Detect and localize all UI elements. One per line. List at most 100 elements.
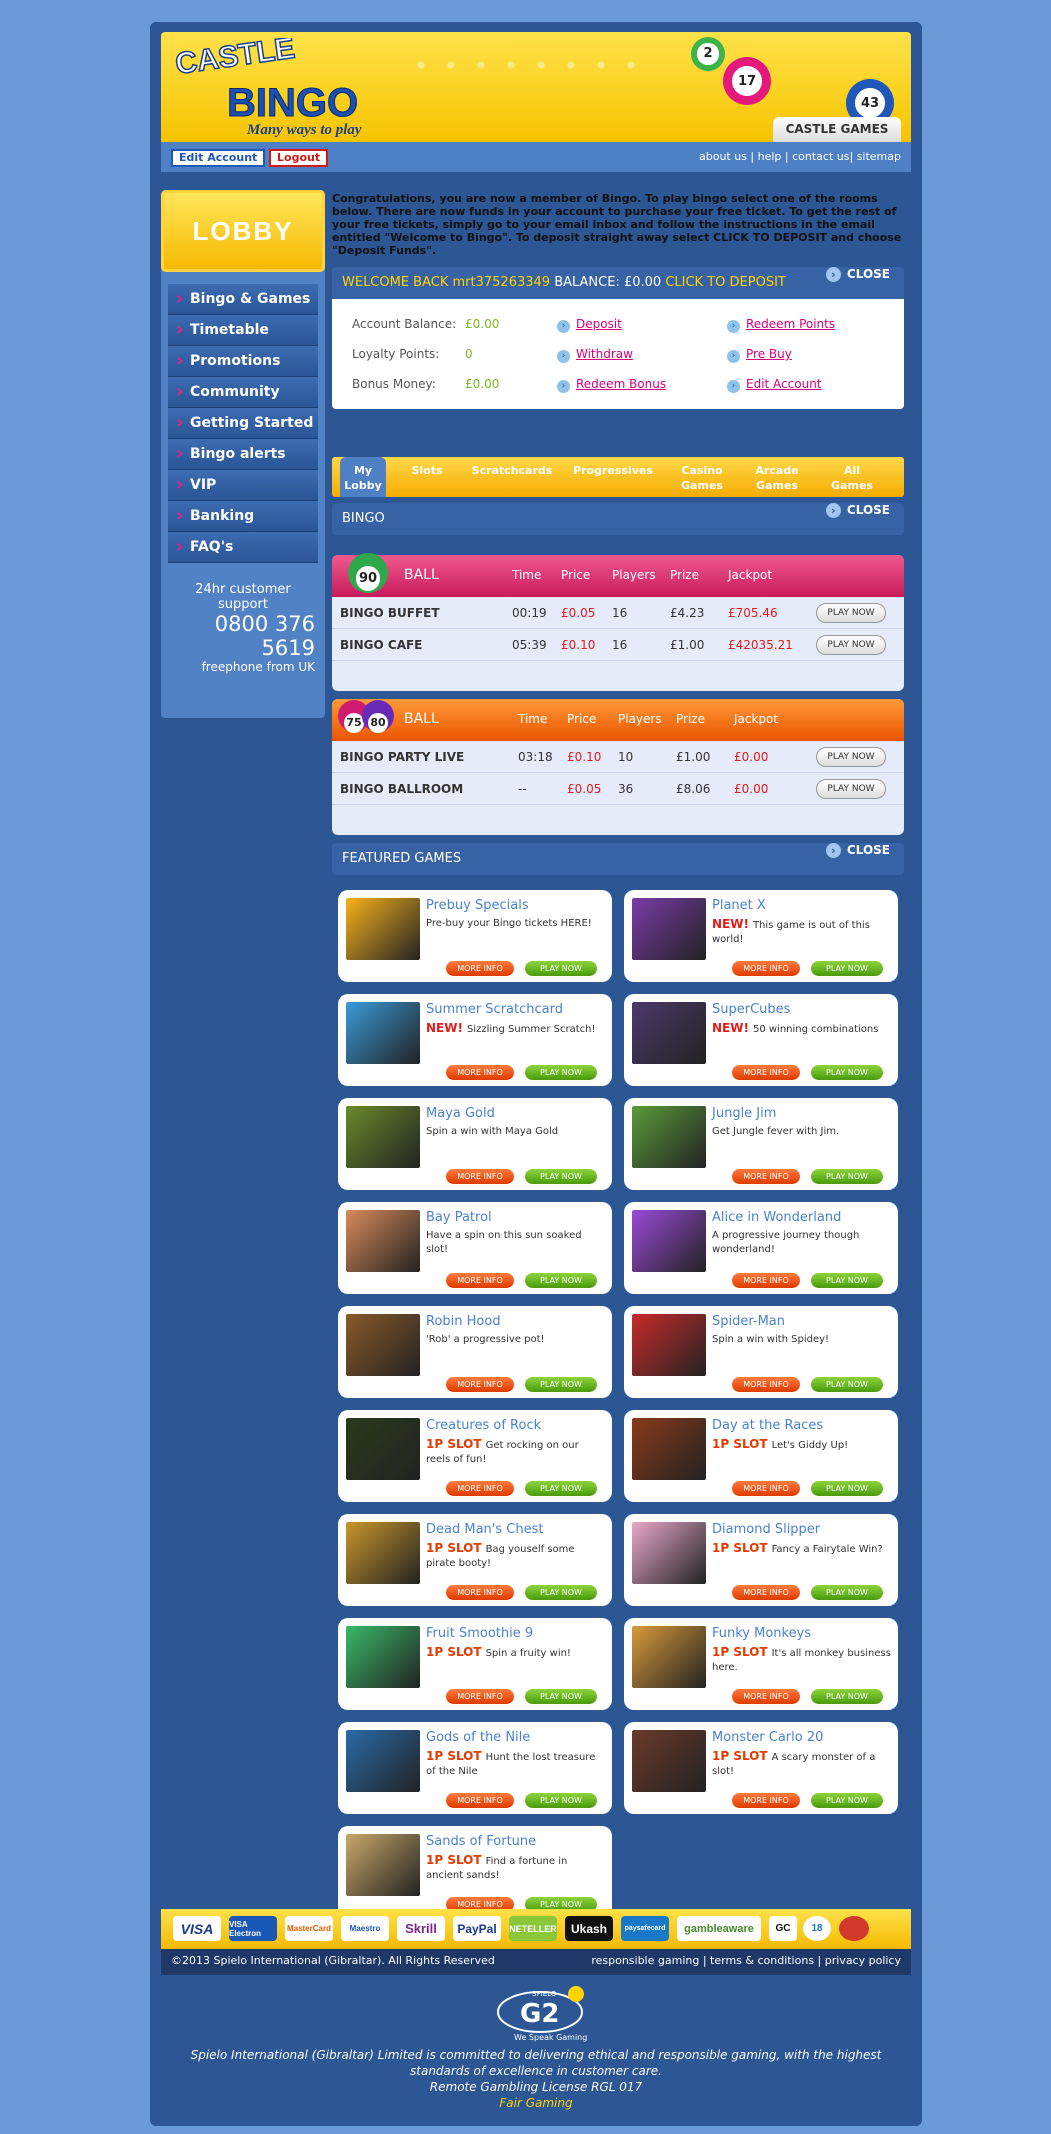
game-card[interactable]: Maya Gold Spin a win with Maya Gold MORE I… — [338, 1098, 612, 1190]
featured-close-button[interactable]: › CLOSE — [825, 843, 890, 858]
game-thumbnail[interactable] — [346, 1522, 420, 1584]
game-thumbnail[interactable] — [632, 1210, 706, 1272]
game-card[interactable]: Prebuy Specials Pre-buy your Bingo ticket… — [338, 890, 612, 982]
withdraw-link[interactable]: › Withdraw — [557, 347, 633, 363]
more-info-button[interactable]: MORE INFO — [446, 1585, 514, 1600]
more-info-button[interactable]: MORE INFO — [446, 1689, 514, 1704]
game-title[interactable]: Diamond Slipper — [712, 1522, 820, 1537]
game-card[interactable]: Monster Carlo 20 1P SLOT A scary monster o… — [624, 1722, 898, 1814]
more-info-button[interactable]: MORE INFO — [446, 961, 514, 976]
about-us-link[interactable]: about us — [699, 150, 747, 163]
fair-gaming-link[interactable]: Fair Gaming — [161, 2095, 911, 2111]
game-thumbnail[interactable] — [632, 1002, 706, 1064]
game-title[interactable]: Gods of the Nile — [426, 1730, 530, 1745]
game-thumbnail[interactable] — [632, 1418, 706, 1480]
game-card[interactable]: Alice in Wonderland A progressive journey… — [624, 1202, 898, 1294]
game-thumbnail[interactable] — [632, 898, 706, 960]
game-title[interactable]: Robin Hood — [426, 1314, 501, 1329]
game-title[interactable]: Monster Carlo 20 — [712, 1730, 823, 1745]
game-title[interactable]: Bay Patrol — [426, 1210, 492, 1225]
game-card[interactable]: Funky Monkeys 1P SLOT It's all monkey busi… — [624, 1618, 898, 1710]
more-info-button[interactable]: MORE INFO — [732, 1169, 800, 1184]
play-now-button[interactable]: PLAY NOW — [811, 1065, 883, 1080]
more-info-button[interactable]: MORE INFO — [446, 1273, 514, 1288]
play-now-button[interactable]: PLAY NOW — [816, 635, 886, 655]
game-title[interactable]: Day at the Races — [712, 1418, 823, 1433]
lobby-button[interactable]: LOBBY — [161, 190, 325, 272]
more-info-button[interactable]: MORE INFO — [446, 1065, 514, 1080]
play-now-button[interactable]: PLAY NOW — [816, 747, 886, 767]
play-now-button[interactable]: PLAY NOW — [525, 1585, 597, 1600]
game-thumbnail[interactable] — [346, 1106, 420, 1168]
game-thumbnail[interactable] — [346, 1834, 420, 1896]
footer-links[interactable]: responsible gaming | terms & conditions … — [591, 1949, 901, 1973]
game-card[interactable]: Robin Hood 'Rob' a progressive pot! MORE I… — [338, 1306, 612, 1398]
play-now-button[interactable]: PLAY NOW — [525, 961, 597, 976]
nav-item-community[interactable]: Community — [168, 377, 318, 408]
game-thumbnail[interactable] — [346, 1002, 420, 1064]
nav-item-getting-started[interactable]: Getting Started — [168, 408, 318, 439]
redeem-points-link[interactable]: › Redeem Points — [727, 317, 835, 333]
account-close-button[interactable]: › CLOSE — [825, 267, 890, 282]
game-title[interactable]: Dead Man's Chest — [426, 1522, 543, 1537]
more-info-button[interactable]: MORE INFO — [732, 1585, 800, 1600]
redeem-bonus-link[interactable]: › Redeem Bonus — [557, 377, 666, 393]
game-title[interactable]: Summer Scratchcard — [426, 1002, 563, 1017]
play-now-button[interactable]: PLAY NOW — [525, 1689, 597, 1704]
game-card[interactable]: Spider-Man Spin a win with Spidey! MORE IN… — [624, 1306, 898, 1398]
game-card[interactable]: Gods of the Nile 1P SLOT Hunt the lost tre… — [338, 1722, 612, 1814]
help-link[interactable]: help — [758, 150, 782, 163]
more-info-button[interactable]: MORE INFO — [446, 1377, 514, 1392]
more-info-button[interactable]: MORE INFO — [732, 1065, 800, 1080]
game-thumbnail[interactable] — [346, 898, 420, 960]
game-card[interactable]: Bay Patrol Have a spin on this sun soaked… — [338, 1202, 612, 1294]
tab-arcade-games[interactable]: Arcade Games — [742, 463, 812, 493]
edit-account-link[interactable]: › Edit Account — [727, 377, 822, 393]
game-thumbnail[interactable] — [346, 1210, 420, 1272]
edit-account-button[interactable]: Edit Account — [171, 149, 266, 167]
game-title[interactable]: Alice in Wonderland — [712, 1210, 841, 1225]
play-now-button[interactable]: PLAY NOW — [525, 1065, 597, 1080]
game-card[interactable]: Day at the Races 1P SLOT Let's Giddy Up! MO… — [624, 1410, 898, 1502]
play-now-button[interactable]: PLAY NOW — [811, 1689, 883, 1704]
game-card[interactable]: Dead Man's Chest 1P SLOT Bag youself some … — [338, 1514, 612, 1606]
sitemap-link[interactable]: sitemap — [857, 150, 901, 163]
play-now-button[interactable]: PLAY NOW — [811, 1793, 883, 1808]
tab-my-lobby[interactable]: My Lobby — [340, 457, 386, 497]
nav-item-faqs[interactable]: FAQ's — [168, 532, 318, 563]
game-thumbnail[interactable] — [632, 1314, 706, 1376]
nav-item-vip[interactable]: VIP — [168, 470, 318, 501]
play-now-button[interactable]: PLAY NOW — [525, 1273, 597, 1288]
castle-games-tab[interactable]: CASTLE GAMES — [773, 117, 901, 142]
castle-bingo-logo[interactable]: CASTLE BINGO Many ways to play — [171, 38, 381, 138]
nav-item-banking[interactable]: Banking — [168, 501, 318, 532]
click-to-deposit-link[interactable]: CLICK TO DEPOSIT — [665, 275, 786, 290]
more-info-button[interactable]: MORE INFO — [732, 961, 800, 976]
pre-buy-link[interactable]: › Pre Buy — [727, 347, 792, 363]
game-card[interactable]: Summer Scratchcard NEW! Sizzling Summer Sc… — [338, 994, 612, 1086]
game-thumbnail[interactable] — [632, 1522, 706, 1584]
nav-item-promotions[interactable]: Promotions — [168, 346, 318, 377]
game-title[interactable]: Fruit Smoothie 9 — [426, 1626, 533, 1641]
more-info-button[interactable]: MORE INFO — [446, 1481, 514, 1496]
play-now-button[interactable]: PLAY NOW — [816, 779, 886, 799]
more-info-button[interactable]: MORE INFO — [446, 1793, 514, 1808]
game-title[interactable]: Sands of Fortune — [426, 1834, 536, 1849]
play-now-button[interactable]: PLAY NOW — [816, 603, 886, 623]
play-now-button[interactable]: PLAY NOW — [525, 1377, 597, 1392]
game-title[interactable]: Creatures of Rock — [426, 1418, 541, 1433]
game-card[interactable]: Diamond Slipper 1P SLOT Fancy a Fairytale … — [624, 1514, 898, 1606]
game-thumbnail[interactable] — [346, 1626, 420, 1688]
play-now-button[interactable]: PLAY NOW — [525, 1793, 597, 1808]
bingo-close-button[interactable]: › CLOSE — [825, 503, 890, 518]
nav-item-timetable[interactable]: Timetable — [168, 315, 318, 346]
deposit-link[interactable]: › Deposit — [557, 317, 622, 333]
play-now-button[interactable]: PLAY NOW — [811, 1377, 883, 1392]
game-card[interactable]: Fruit Smoothie 9 1P SLOT Spin a fruity win… — [338, 1618, 612, 1710]
more-info-button[interactable]: MORE INFO — [732, 1273, 800, 1288]
play-now-button[interactable]: PLAY NOW — [811, 1273, 883, 1288]
play-now-button[interactable]: PLAY NOW — [811, 1585, 883, 1600]
play-now-button[interactable]: PLAY NOW — [525, 1481, 597, 1496]
more-info-button[interactable]: MORE INFO — [732, 1377, 800, 1392]
game-card[interactable]: Jungle Jim Get Jungle fever with Jim. MORE… — [624, 1098, 898, 1190]
